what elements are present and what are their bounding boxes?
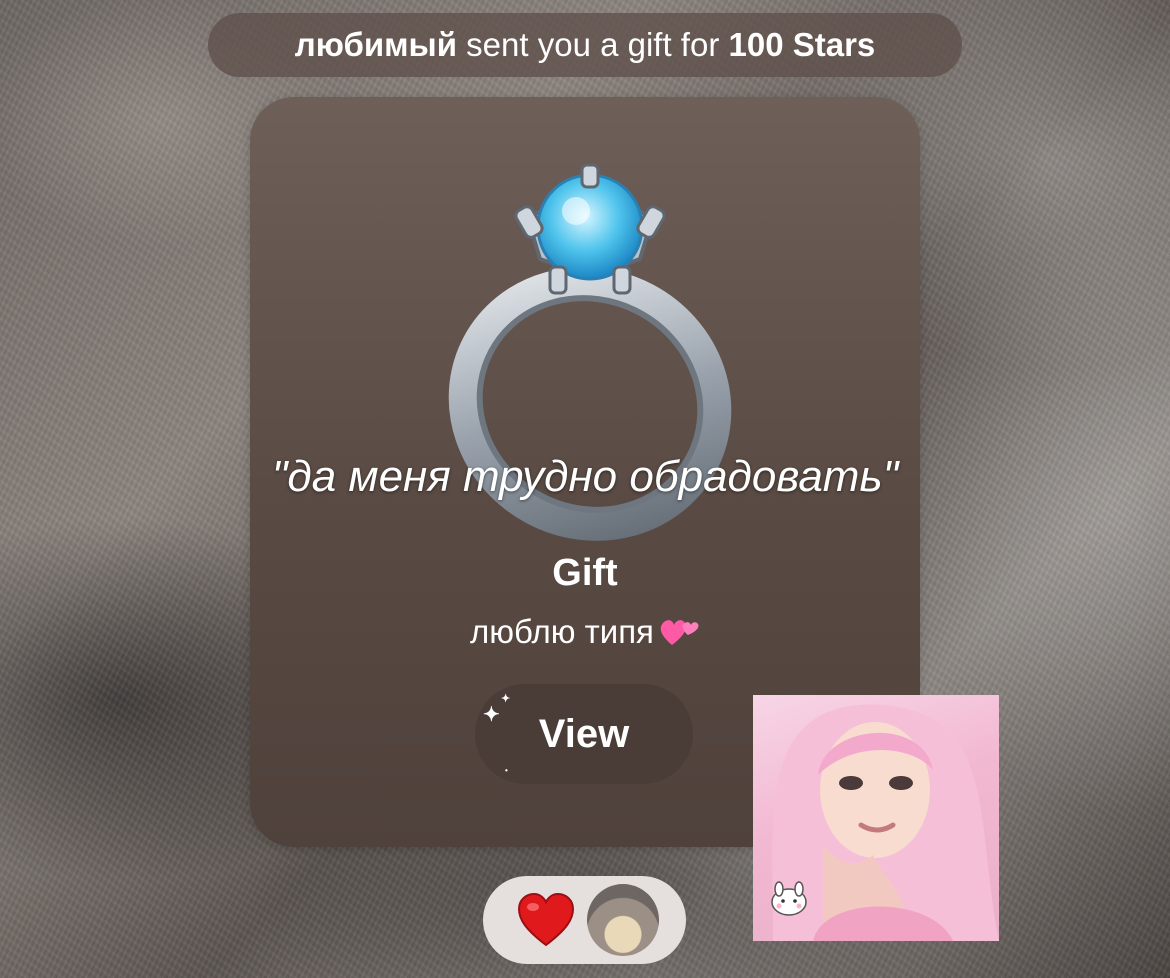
gift-caption: "да меня трудно обрадовать" bbox=[271, 452, 899, 501]
notice-text: sent you a gift for bbox=[457, 26, 729, 63]
reaction-chip[interactable] bbox=[483, 876, 686, 964]
gift-message: люблю типя bbox=[250, 613, 920, 651]
view-button-label: View bbox=[538, 711, 630, 756]
red-heart-icon bbox=[517, 893, 575, 947]
sparkle-icon: ✦ bbox=[483, 704, 500, 726]
sparkle-icon-small: ✦ bbox=[501, 693, 511, 705]
bunny-sticker-icon bbox=[771, 881, 807, 916]
gift-service-message: любимый sent you a gift for 100 Stars bbox=[208, 13, 962, 77]
stars-amount: 100 Stars bbox=[728, 26, 876, 63]
sparkle-dot-icon: • bbox=[505, 766, 508, 775]
profile-sticker-image[interactable] bbox=[753, 695, 999, 941]
view-gift-button[interactable]: ✦ ✦ • View bbox=[475, 684, 693, 784]
gift-title: Gift bbox=[552, 552, 618, 594]
reactor-avatar[interactable] bbox=[587, 884, 659, 956]
gift-message-text: люблю типя bbox=[470, 613, 654, 650]
two-hearts-icon bbox=[660, 620, 699, 645]
sender-name[interactable]: любимый bbox=[295, 26, 457, 64]
